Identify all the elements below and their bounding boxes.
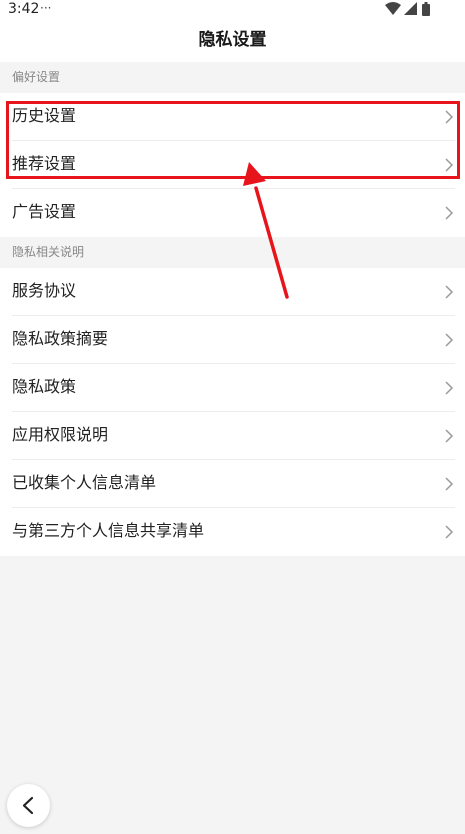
list-item-third-party-sharing-list[interactable]: 与第三方个人信息共享清单 (0, 508, 465, 556)
list-item-service-agreement[interactable]: 服务协议 (0, 268, 465, 316)
list-item-history-settings[interactable]: 历史设置 (0, 93, 465, 141)
chevron-right-icon (445, 206, 454, 220)
item-label: 推荐设置 (12, 154, 77, 173)
chevron-right-icon (445, 381, 454, 395)
preferences-list: 历史设置 推荐设置 广告设置 (0, 93, 465, 237)
list-item-recommend-settings[interactable]: 推荐设置 (0, 141, 465, 189)
section-header-preferences: 偏好设置 (0, 62, 465, 93)
item-label: 隐私政策摘要 (12, 329, 109, 348)
battery-icon (422, 2, 430, 16)
chevron-right-icon (445, 525, 454, 539)
app-header: 隐私设置 (0, 20, 465, 62)
item-label: 与第三方个人信息共享清单 (12, 521, 205, 540)
notification-dots: ··· (40, 1, 52, 15)
section-header-privacy-info: 隐私相关说明 (0, 237, 465, 268)
item-label: 历史设置 (12, 106, 77, 125)
list-item-privacy-policy[interactable]: 隐私政策 (0, 364, 465, 412)
item-label: 广告设置 (12, 202, 77, 221)
chevron-right-icon (445, 158, 454, 172)
privacy-info-list: 服务协议 隐私政策摘要 隐私政策 应用权限说明 已收集个人信息清单 与第三方个人… (0, 268, 465, 556)
chevron-right-icon (445, 429, 454, 443)
chevron-right-icon (445, 333, 454, 347)
status-time: 3:42 (8, 1, 40, 17)
status-icons (385, 2, 445, 16)
chevron-right-icon (445, 285, 454, 299)
page-title: 隐私设置 (198, 30, 267, 50)
list-item-collected-info-list[interactable]: 已收集个人信息清单 (0, 460, 465, 508)
list-item-ad-settings[interactable]: 广告设置 (0, 189, 465, 237)
item-label: 已收集个人信息清单 (12, 473, 157, 492)
status-bar: 3:42 ··· (0, 0, 465, 20)
list-item-app-permissions[interactable]: 应用权限说明 (0, 412, 465, 460)
item-label: 服务协议 (12, 281, 77, 300)
signal-icon (404, 2, 417, 15)
item-label: 隐私政策 (12, 377, 77, 396)
chevron-left-icon (22, 796, 34, 815)
item-label: 应用权限说明 (12, 425, 109, 444)
chevron-right-icon (445, 477, 454, 491)
chevron-right-icon (445, 110, 454, 124)
back-button[interactable] (7, 784, 50, 827)
list-item-privacy-summary[interactable]: 隐私政策摘要 (0, 316, 465, 364)
wifi-icon (385, 2, 401, 15)
